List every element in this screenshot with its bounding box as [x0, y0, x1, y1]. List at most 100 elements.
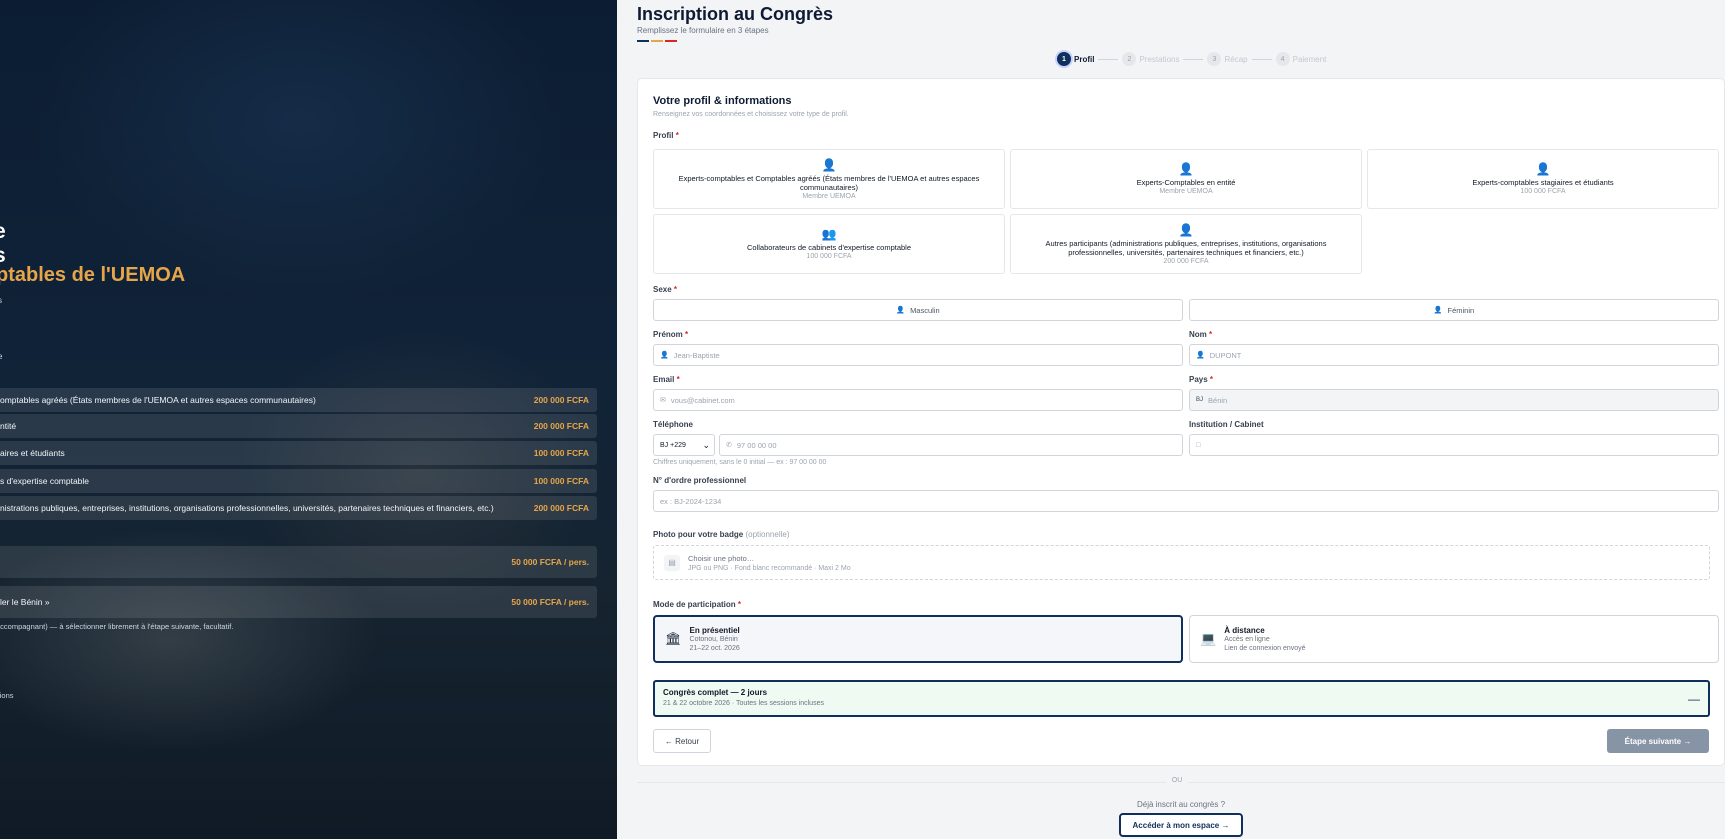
access-space-button[interactable]: Accéder à mon espace →: [1119, 813, 1243, 837]
monitor-icon: 💻: [1200, 631, 1217, 646]
profile-option-stagiaires[interactable]: 👤 Experts-comptables stagiaires et étudi…: [1367, 149, 1719, 209]
step-number: 1: [1057, 52, 1071, 66]
mode-text: À distance Accès en ligne Lien de connex…: [1224, 626, 1305, 653]
country-code: BJ: [1196, 397, 1204, 403]
step-number: 3: [1207, 52, 1222, 66]
mode-option-presentiel[interactable]: 🏛 En présentiel Cotonou, Bénin 21–22 oct…: [653, 615, 1183, 663]
nom-input[interactable]: 👤 DUPONT: [1189, 344, 1719, 366]
step-label: Prestations: [1139, 54, 1180, 64]
mode-detail: Accès en ligne: [1224, 635, 1270, 643]
step-profil[interactable]: 1 Profil: [1057, 52, 1094, 66]
step-label: Récap: [1224, 54, 1248, 64]
ordre-label: N° d'ordre professionnel: [653, 476, 747, 485]
page-subtitle: Remplissez le formulaire en 3 étapes: [637, 26, 769, 35]
profile-price: 100 000 FCFA: [806, 253, 852, 260]
flag-bars: [637, 40, 677, 42]
price-row-label: omptables agréés (États membres de l'UEM…: [0, 395, 316, 405]
mode-title: En présentiel: [689, 625, 740, 635]
photo-choose-label: Choisir une photo…: [688, 553, 755, 563]
pays-value: Bénin: [1208, 395, 1228, 405]
price-row-value: 200 000 FCFA: [533, 395, 589, 405]
step-connector: [1098, 58, 1119, 60]
price-row-label: nistrations publiques, entreprises, inst…: [0, 503, 494, 513]
form-title: Votre profil & informations: [653, 95, 792, 107]
price-row-label: ntité: [0, 421, 17, 431]
telephone-label: Téléphone: [653, 420, 694, 429]
mail-icon: ✉: [660, 397, 666, 404]
price-row-label: aires et étudiants: [0, 448, 65, 458]
profile-title: Experts-Comptables en entité: [1136, 178, 1236, 187]
price-row-value: 200 000 FCFA: [533, 503, 589, 513]
step-label: Profil: [1074, 54, 1095, 64]
photo-upload[interactable]: ▤ Choisir une photo… JPG ou PNG · Fond b…: [653, 545, 1710, 580]
mode-label: Mode de participation *: [653, 600, 741, 609]
building-icon: 🏛: [665, 631, 682, 646]
telephone-placeholder: 97 00 00 00: [736, 440, 777, 450]
sexe-option-masculin[interactable]: 👤 Masculin: [653, 299, 1183, 321]
minus-icon: —: [1688, 692, 1700, 706]
step-connector: [1183, 58, 1204, 60]
extra-price-label: ler le Bénin »: [0, 597, 50, 607]
mode-title: À distance: [1224, 625, 1265, 635]
image-icon: ▤: [664, 554, 680, 571]
sexe-option-label: Masculin: [910, 305, 940, 315]
back-button[interactable]: ← Retour: [653, 729, 711, 753]
profile-option-autres[interactable]: 👤 Autres participants (administrations p…: [1010, 214, 1362, 274]
sexe-label: Sexe *: [653, 285, 677, 294]
mode-text: En présentiel Cotonou, Bénin 21–22 oct. …: [690, 626, 740, 653]
price-row: omptables agréés (États membres de l'UEM…: [0, 388, 597, 412]
profile-option-experts-agrees[interactable]: 👤 Experts-comptables et Comptables agréé…: [653, 149, 1005, 209]
price-row-value: 100 000 FCFA: [533, 448, 589, 458]
user-icon: 👤: [896, 307, 906, 314]
stepper: 1 Profil 2 Prestations 3 Récap 4 Paiemen…: [1057, 52, 1326, 66]
congres-option[interactable]: Congrès complet — 2 jours 21 & 22 octobr…: [653, 680, 1710, 717]
extra-price-value: 50 000 FCFA / pers.: [511, 597, 589, 607]
institution-input[interactable]: □: [1189, 434, 1719, 456]
mode-detail: 21–22 oct. 2026: [689, 644, 740, 652]
user-icon: 👤: [660, 352, 669, 359]
step-recap[interactable]: 3 Récap: [1207, 52, 1248, 66]
step-paiement[interactable]: 4 Paiement: [1275, 52, 1326, 66]
telephone-input[interactable]: ✆ 97 00 00 00: [719, 434, 1183, 456]
user-icon: 👤: [1178, 162, 1194, 176]
ordre-input[interactable]: ex : BJ-2024-1234: [653, 490, 1719, 512]
step-prestations[interactable]: 2 Prestations: [1122, 52, 1179, 66]
profile-title: Collaborateurs de cabinets d'expertise c…: [746, 243, 912, 252]
profile-option-collaborateurs[interactable]: 👥 Collaborateurs de cabinets d'expertise…: [653, 214, 1005, 274]
email-label-text: Email: [653, 375, 675, 384]
mode-option-distance[interactable]: 💻 À distance Accès en ligne Lien de conn…: [1189, 615, 1719, 663]
profile-title: Experts-comptables stagiaires et étudian…: [1472, 178, 1614, 187]
sexe-option-label: Féminin: [1447, 305, 1475, 315]
registration-area: Inscription au Congrès Remplissez le for…: [617, 0, 1725, 839]
user-icon: 👤: [1196, 352, 1205, 359]
price-row: aires et étudiants 100 000 FCFA: [0, 441, 597, 465]
required-mark: *: [675, 131, 679, 140]
email-placeholder: vous@cabinet.com: [670, 395, 735, 405]
profile-price: Membre UEMOA: [802, 192, 856, 200]
sexe-option-feminin[interactable]: 👤 Féminin: [1189, 299, 1719, 321]
prenom-input[interactable]: 👤 Jean-Baptiste: [653, 344, 1183, 366]
mode-detail: Lien de connexion envoyé: [1224, 644, 1306, 652]
profile-price: Membre UEMOA: [1159, 188, 1213, 195]
user-icon: 👤: [1535, 162, 1551, 176]
phone-country-code: BJ +229: [660, 441, 686, 449]
nom-label: Nom *: [1189, 330, 1212, 339]
flag-bar: [651, 40, 663, 42]
prenom-label-text: Prénom: [653, 330, 683, 339]
next-step-button[interactable]: Étape suivante →: [1607, 729, 1709, 753]
flag-bar: [637, 40, 649, 42]
profile-option-experts-entite[interactable]: 👤 Experts-Comptables en entité Membre UE…: [1010, 149, 1362, 209]
profil-label-text: Profil: [653, 131, 674, 140]
user-icon: 👤: [1178, 222, 1194, 237]
extra-price-row: ler le Bénin » 50 000 FCFA / pers.: [0, 586, 597, 618]
photo-label: Photo pour votre badge (optionnelle): [653, 530, 790, 539]
institution-label: Institution / Cabinet: [1189, 420, 1264, 429]
nom-label-text: Nom: [1189, 330, 1207, 339]
chevron-down-icon: ⌄: [702, 439, 710, 450]
extra-price-row: 50 000 FCFA / pers.: [0, 546, 597, 578]
phone-icon: ✆: [726, 442, 732, 449]
email-input[interactable]: ✉ vous@cabinet.com: [653, 389, 1183, 411]
already-registered-text: Déjà inscrit au congrès ?: [1136, 800, 1226, 809]
phone-country-select[interactable]: BJ +229 ⌄: [653, 434, 715, 456]
profile-title: Experts-comptables et Comptables agréés …: [678, 173, 980, 192]
